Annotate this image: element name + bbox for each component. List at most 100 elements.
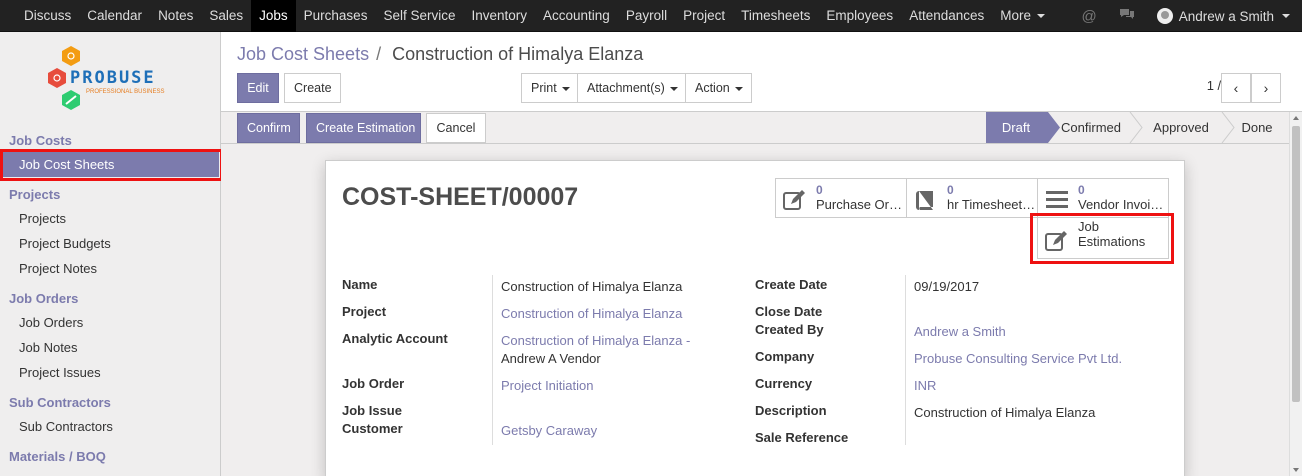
vendor-invoices-smart-button[interactable]: 0 Vendor Invoi… (1037, 178, 1169, 218)
created-by-value[interactable]: Andrew a Smith (914, 324, 1006, 339)
record-title: COST-SHEET/00007 (342, 183, 579, 211)
chevron-down-icon (1282, 14, 1290, 18)
edit-button[interactable]: Edit (237, 73, 279, 103)
created-by-label: Created By (755, 322, 824, 337)
form-view: COST-SHEET/00007 0 Purchase Or… 0 hr Tim… (221, 144, 1289, 476)
sidebar-header-sub-contractors: Sub Contractors (9, 395, 111, 410)
stage-done[interactable]: Done (1236, 112, 1278, 143)
action-label: Action (695, 81, 730, 95)
sidebar: PROBUSE PROFESSIONAL BUSINESS Job Costs … (0, 32, 221, 476)
purchase-orders-smart-button[interactable]: 0 Purchase Or… (775, 178, 907, 218)
scrollbar[interactable] (1289, 112, 1302, 476)
company-value[interactable]: Probuse Consulting Service Pvt Ltd. (914, 351, 1122, 366)
menu-more[interactable]: More (992, 0, 1053, 32)
chevron-down-icon (669, 86, 678, 91)
menu-timesheets[interactable]: Timesheets (733, 0, 818, 32)
left-group-divider (492, 275, 493, 445)
description-label: Description (755, 403, 827, 418)
chevron-down-icon (734, 86, 743, 91)
breadcrumb: Job Cost Sheets / Construction of Himaly… (237, 44, 643, 65)
cancel-button[interactable]: Cancel (426, 113, 486, 143)
stage-confirmed[interactable]: Confirmed (1056, 112, 1126, 143)
chevron-down-icon (1037, 14, 1046, 19)
pager-next-button[interactable]: › (1251, 73, 1281, 103)
sidebar-item-job-orders[interactable]: Job Orders (19, 315, 83, 330)
name-label: Name (342, 277, 378, 292)
avatar (1156, 8, 1173, 24)
right-group-divider (905, 275, 906, 445)
job-issue-label: Job Issue (342, 403, 402, 418)
attachments-label: Attachment(s) (587, 81, 665, 95)
menu-sales[interactable]: Sales (201, 0, 251, 32)
chat-icon[interactable] (1119, 7, 1135, 25)
action-dropdown[interactable]: Action (685, 73, 752, 103)
form-statusbar: Confirm Create Estimation Cancel Draft C… (221, 112, 1289, 144)
sidebar-item-projects[interactable]: Projects (19, 211, 66, 226)
job-estimations-smart-button[interactable]: Job Estimations (1037, 217, 1169, 259)
sale-reference-label: Sale Reference (755, 430, 849, 445)
menu-notes[interactable]: Notes (150, 0, 201, 32)
timesheets-smart-button[interactable]: 0 hr Timesheet… (906, 178, 1038, 218)
create-estimation-button[interactable]: Create Estimation (306, 113, 421, 143)
create-date-value: 09/19/2017 (914, 279, 980, 294)
sidebar-item-project-notes[interactable]: Project Notes (19, 261, 97, 276)
analytic-account-label: Analytic Account (342, 331, 448, 346)
menu-discuss[interactable]: Discuss (16, 0, 79, 32)
control-panel: Job Cost Sheets / Construction of Himaly… (221, 32, 1302, 112)
at-mention-icon[interactable]: @ (1081, 8, 1096, 25)
stage-draft[interactable]: Draft (986, 112, 1046, 143)
job-order-value[interactable]: Project Initiation (501, 378, 594, 393)
menu-attendances[interactable]: Attendances (901, 0, 992, 32)
job-estimations-label-line2: Estimations (1078, 234, 1146, 249)
scroll-up-icon[interactable] (1293, 116, 1299, 120)
confirm-button[interactable]: Confirm (237, 113, 300, 143)
breadcrumb-parent[interactable]: Job Cost Sheets (237, 44, 369, 64)
menu-payroll[interactable]: Payroll (618, 0, 675, 32)
app-menu: Discuss Calendar Notes Sales Jobs Purcha… (16, 0, 1053, 32)
menu-self-service[interactable]: Self Service (375, 0, 463, 32)
stage-approved[interactable]: Approved (1146, 112, 1216, 143)
chevron-right-icon: › (1263, 80, 1269, 96)
vendor-invoices-label: Vendor Invoi… (1078, 197, 1164, 212)
menu-calendar[interactable]: Calendar (79, 0, 150, 32)
list-icon (1046, 191, 1068, 208)
company-logo: PROBUSE PROFESSIONAL BUSINESS (44, 44, 184, 118)
sidebar-item-job-notes[interactable]: Job Notes (19, 340, 78, 355)
menu-employees[interactable]: Employees (818, 0, 901, 32)
job-estimations-label-line1: Job (1078, 219, 1099, 234)
menu-jobs[interactable]: Jobs (251, 0, 296, 32)
description-value: Construction of Himalya Elanza (914, 405, 1096, 420)
sidebar-item-sub-contractors[interactable]: Sub Contractors (19, 419, 113, 434)
sidebar-header-projects: Projects (9, 187, 61, 202)
attachments-dropdown[interactable]: Attachment(s) (577, 73, 686, 103)
scroll-down-icon[interactable] (1293, 468, 1299, 472)
menu-inventory[interactable]: Inventory (463, 0, 535, 32)
menu-accounting[interactable]: Accounting (535, 0, 618, 32)
chevron-down-icon (561, 86, 570, 91)
menu-purchases[interactable]: Purchases (296, 0, 376, 32)
analytic-account-value[interactable]: Construction of Himalya Elanza - (501, 333, 690, 348)
customer-value[interactable]: Getsby Caraway (501, 423, 597, 438)
create-date-label: Create Date (755, 277, 828, 292)
breadcrumb-current: Construction of Himalya Elanza (392, 44, 644, 64)
customer-label: Customer (342, 421, 403, 436)
project-value[interactable]: Construction of Himalya Elanza (501, 306, 682, 321)
sidebar-item-job-cost-sheets[interactable]: Job Cost Sheets (3, 152, 219, 177)
sidebar-item-project-budgets[interactable]: Project Budgets (19, 236, 111, 251)
menu-more-label: More (1000, 8, 1032, 23)
scrollbar-thumb[interactable] (1292, 126, 1300, 402)
currency-label: Currency (755, 376, 813, 391)
pager-previous-button[interactable]: ‹ (1221, 73, 1251, 103)
timesheets-count: 0 (947, 183, 954, 197)
user-menu[interactable]: Andrew a Smith (1156, 8, 1290, 24)
currency-value[interactable]: INR (914, 378, 936, 393)
print-dropdown[interactable]: Print (521, 73, 578, 103)
menu-project[interactable]: Project (675, 0, 733, 32)
chevron-left-icon: ‹ (1233, 80, 1239, 96)
sidebar-header-job-orders: Job Orders (9, 291, 79, 306)
project-label: Project (342, 304, 387, 319)
create-button[interactable]: Create (284, 73, 341, 103)
sidebar-item-project-issues[interactable]: Project Issues (19, 365, 101, 380)
purchase-orders-label: Purchase Or… (816, 197, 902, 212)
edit-icon (1045, 231, 1067, 251)
